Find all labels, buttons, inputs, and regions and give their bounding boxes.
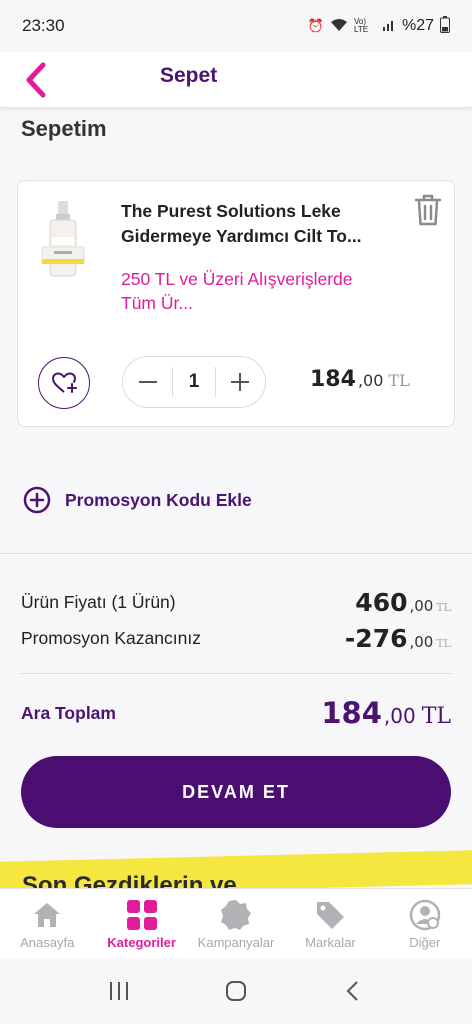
- product-price-decimal: ,00: [409, 597, 434, 615]
- nav-label-home: Anasayfa: [20, 935, 75, 950]
- alarm-icon: ⏰: [307, 18, 324, 33]
- system-back-button[interactable]: [333, 971, 373, 1011]
- quantity-stepper: 1: [122, 356, 266, 408]
- product-price-currency: TL: [436, 601, 451, 614]
- recently-viewed-title: Son Gezdiklerin ve: [22, 872, 237, 888]
- back-arrow-icon: [346, 981, 359, 1001]
- plus-circle-icon: [23, 486, 51, 514]
- nav-item-brands[interactable]: Markalar: [283, 889, 377, 959]
- subtotal-value: 184 ,00 TL: [321, 696, 451, 730]
- bottom-navigation: Anasayfa Kategoriler Kampanyalar Markala…: [0, 888, 472, 958]
- product-price-row: Ürün Fiyatı (1 Ürün) 460 ,00 TL: [21, 588, 451, 617]
- decrease-quantity-button[interactable]: [123, 357, 172, 407]
- wifi-icon: [330, 18, 348, 35]
- nav-item-other[interactable]: Diğer: [378, 889, 472, 959]
- plus-icon: [231, 373, 250, 391]
- user-settings-icon: [409, 899, 441, 931]
- divider: [0, 553, 472, 554]
- nav-label-categories: Kategoriler: [107, 935, 176, 950]
- status-icons: ⏰ Vo) LTE %27: [308, 16, 450, 36]
- back-button[interactable]: [0, 52, 72, 108]
- nav-item-home[interactable]: Anasayfa: [0, 889, 94, 959]
- product-price-value: 460 ,00 TL: [355, 588, 451, 617]
- home-icon: [31, 899, 63, 931]
- badge-icon: [220, 899, 252, 931]
- divider: [21, 673, 451, 674]
- product-price-whole: 460: [355, 588, 408, 617]
- item-price: 184 ,00 TL: [310, 367, 410, 392]
- heart-plus-icon: [52, 372, 77, 393]
- subtotal-whole: 184: [321, 696, 382, 730]
- continue-button[interactable]: DEVAM ET: [21, 756, 451, 828]
- minus-icon: [138, 381, 157, 383]
- nav-label-other: Diğer: [409, 935, 441, 950]
- product-image[interactable]: [38, 201, 88, 281]
- discount-whole: -276: [344, 624, 408, 653]
- battery-icon: [440, 16, 450, 36]
- top-app-bar: Sepet: [0, 52, 472, 108]
- add-promo-code-button[interactable]: Promosyon Kodu Ekle: [23, 486, 252, 514]
- status-bar: 23:30 ⏰ Vo) LTE %27: [0, 0, 472, 52]
- chevron-left-icon: [26, 62, 46, 97]
- item-price-decimal: ,00: [357, 371, 384, 390]
- status-time: 23:30: [22, 16, 65, 35]
- discount-label: Promosyon Kazancınız: [21, 628, 201, 648]
- nav-item-campaigns[interactable]: Kampanyalar: [189, 889, 283, 959]
- subtotal-label: Ara Toplam: [21, 702, 116, 723]
- home-button[interactable]: [216, 971, 256, 1011]
- system-navigation-bar: [0, 958, 472, 1024]
- item-promotion-text[interactable]: 250 TL ve Üzeri Alışverişlerde Tüm Ür...: [121, 267, 371, 315]
- product-name[interactable]: The Purest Solutions Leke Gidermeye Yard…: [121, 199, 396, 249]
- home-circle-icon: [225, 981, 246, 1001]
- add-to-favorites-button[interactable]: [38, 357, 90, 409]
- discount-row: Promosyon Kazancınız -276 ,00 TL: [21, 624, 451, 653]
- recent-apps-icon: [109, 982, 128, 1000]
- nav-label-campaigns: Kampanyalar: [197, 935, 275, 950]
- subtotal-decimal: ,00: [383, 704, 416, 728]
- grid-icon: [126, 899, 158, 931]
- battery-level: %27: [401, 17, 434, 34]
- discount-currency: TL: [436, 637, 451, 650]
- quantity-value[interactable]: 1: [172, 367, 216, 397]
- trash-icon: [414, 194, 442, 226]
- nav-label-brands: Markalar: [305, 935, 356, 950]
- increase-quantity-button[interactable]: [216, 357, 265, 407]
- item-price-currency: TL: [388, 371, 410, 390]
- discount-value: -276 ,00 TL: [345, 624, 451, 653]
- product-price-label: Ürün Fiyatı (1 Ürün): [21, 592, 176, 612]
- cart-section-title: Sepetim: [21, 116, 107, 141]
- delete-item-button[interactable]: [414, 193, 442, 227]
- network-label: Vo) LTE: [353, 17, 369, 34]
- page-title: Sepet: [160, 64, 218, 87]
- signal-icon: [382, 18, 396, 35]
- tag-icon: [314, 899, 346, 931]
- recent-apps-button[interactable]: [99, 971, 139, 1011]
- nav-item-categories[interactable]: Kategoriler: [94, 889, 188, 959]
- cart-item-card: The Purest Solutions Leke Gidermeye Yard…: [17, 180, 455, 427]
- subtotal-currency: TL: [421, 704, 451, 729]
- promo-code-label: Promosyon Kodu Ekle: [65, 489, 252, 510]
- recently-viewed-section: Son Gezdiklerin ve: [0, 850, 472, 888]
- subtotal-row: Ara Toplam 184 ,00 TL: [21, 696, 451, 730]
- item-price-whole: 184: [310, 367, 356, 392]
- discount-decimal: ,00: [409, 633, 434, 651]
